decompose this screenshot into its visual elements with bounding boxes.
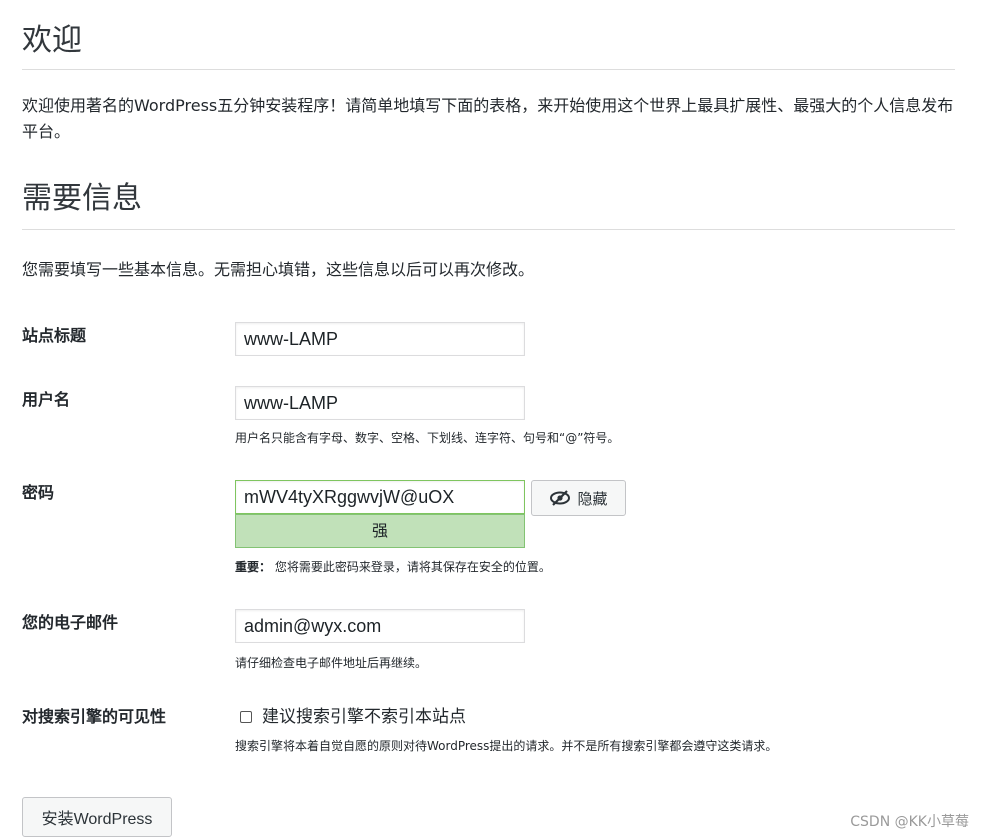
username-label: 用户名 bbox=[22, 390, 71, 409]
divider bbox=[22, 229, 955, 230]
info-heading: 需要信息 bbox=[22, 181, 142, 216]
email-hint: 请仔细检查电子邮件地址后再继续。 bbox=[235, 656, 428, 670]
visibility-hint: 搜索引擎将本着自觉自愿的原则对待WordPress提出的请求。并不是所有搜索引擎… bbox=[235, 739, 778, 753]
noindex-checkbox-row[interactable]: 建议搜索引擎不索引本站点 bbox=[240, 705, 466, 729]
info-description: 您需要填写一些基本信息。无需担心填错，这些信息以后可以再次修改。 bbox=[22, 260, 535, 279]
welcome-heading: 欢迎 bbox=[22, 23, 82, 58]
noindex-checkbox[interactable] bbox=[240, 711, 252, 723]
password-label: 密码 bbox=[22, 483, 55, 502]
watermark: CSDN @KK小草莓 bbox=[850, 814, 969, 830]
hide-password-button[interactable]: 隐藏 bbox=[531, 480, 626, 516]
password-hint-text: 您将需要此密码来登录，请将其保存在安全的位置。 bbox=[274, 560, 551, 574]
install-wordpress-button[interactable]: 安装WordPress bbox=[22, 797, 172, 837]
site-title-input[interactable] bbox=[235, 322, 525, 356]
noindex-checkbox-label[interactable]: 建议搜索引擎不索引本站点 bbox=[262, 705, 466, 729]
welcome-intro: 欢迎使用著名的WordPress五分钟安装程序！请简单地填写下面的表格，来开始使… bbox=[22, 96, 954, 141]
email-label: 您的电子邮件 bbox=[22, 613, 119, 632]
password-hint-important: 重要： bbox=[235, 560, 272, 574]
password-input[interactable] bbox=[235, 480, 525, 514]
visibility-label: 对搜索引擎的可见性 bbox=[22, 707, 167, 726]
username-hint: 用户名只能含有字母、数字、空格、下划线、连字符、句号和“@”符号。 bbox=[235, 431, 620, 445]
site-title-label: 站点标题 bbox=[22, 326, 87, 345]
password-strength-meter: 强 bbox=[235, 514, 525, 548]
hide-password-label: 隐藏 bbox=[577, 489, 608, 508]
eye-slash-icon bbox=[549, 490, 571, 506]
username-input[interactable] bbox=[235, 386, 525, 420]
email-input[interactable] bbox=[235, 609, 525, 643]
password-hint: 重要： 您将需要此密码来登录，请将其保存在安全的位置。 bbox=[235, 558, 551, 576]
divider bbox=[22, 69, 955, 70]
